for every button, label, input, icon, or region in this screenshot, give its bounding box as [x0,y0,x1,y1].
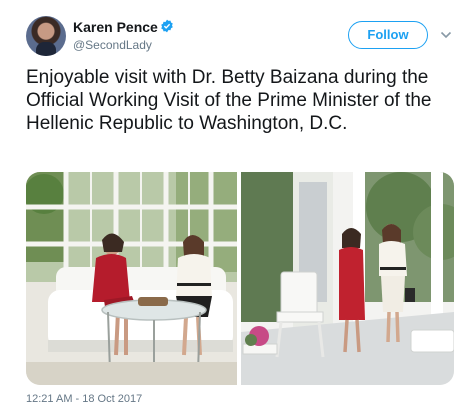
tweet-timestamp[interactable]: 12:21 AM - 18 Oct 2017 [26,393,142,405]
tweet-photo-2[interactable] [241,172,454,385]
verified-badge-icon [161,19,173,33]
sunroom-photo-image [26,172,237,385]
follow-button[interactable]: Follow [348,21,428,49]
author-handle[interactable]: @SecondLady [73,38,152,52]
tweet-header: Karen Pence @SecondLady Follow [26,16,456,58]
porch-photo-image [241,172,454,385]
tweet-photo-1[interactable] [26,172,237,385]
tweet-text: Enjoyable visit with Dr. Betty Baizana d… [26,67,432,134]
author-name[interactable]: Karen Pence [73,19,158,35]
chevron-down-icon[interactable] [440,30,452,40]
tweet-media [26,172,454,385]
avatar[interactable] [26,16,66,56]
